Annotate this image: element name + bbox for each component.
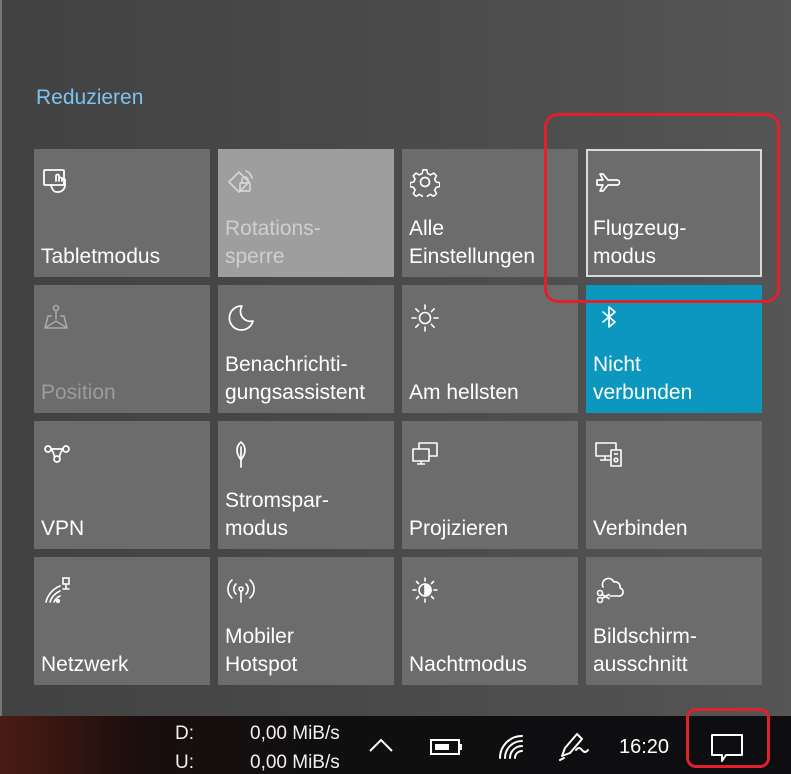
tile-battery-saver[interactable]: Stromspar- modus [218,421,394,549]
tile-night-light[interactable]: Nachtmodus [402,557,578,685]
tablet-mode-icon [42,167,72,197]
battery-icon[interactable] [430,738,464,756]
taskbar: D: 0,00 MiB/s U: 0,00 MiB/s 16:20 [0,716,791,774]
settings-gear-icon [410,167,440,197]
tile-label: Position [41,381,116,404]
download-label: D: [175,723,194,744]
pen-workspace-icon[interactable] [556,730,590,762]
moon-icon [226,303,256,333]
tile-label: Rotations- sperre [225,217,321,268]
screen-snip-icon [594,575,624,605]
tile-all-settings[interactable]: Alle Einstellungen [402,149,578,277]
tile-label: Netzwerk [41,653,129,676]
tile-brightness[interactable]: Am hellsten [402,285,578,413]
tile-label: Mobiler Hotspot [225,625,298,676]
bluetooth-icon [594,303,624,333]
clock-time[interactable]: 16:20 [619,736,669,759]
tile-airplane-mode[interactable]: Flugzeug- modus [586,149,762,277]
tile-tablet-mode[interactable]: Tabletmodus [34,149,210,277]
tile-rotation-lock[interactable]: Rotations- sperre [218,149,394,277]
tile-label: Bildschirm- ausschnitt [593,625,697,676]
tile-label: Projizieren [409,517,509,540]
panel-border [0,0,2,716]
tile-label: Stromspar- modus [225,489,329,540]
connect-devices-icon [594,439,624,469]
network-icon [42,575,72,605]
tile-mobile-hotspot[interactable]: Mobiler Hotspot [218,557,394,685]
tile-label: Nachtmodus [409,653,527,676]
battery-saver-leaf-icon [226,439,256,469]
tile-label: VPN [41,517,85,540]
upload-rate: 0,00 MiB/s [250,752,340,773]
download-rate: 0,00 MiB/s [250,723,340,744]
location-icon [42,303,72,333]
mobile-hotspot-icon [226,575,256,605]
tile-focus-assist[interactable]: Benachrichti- gungsassistent [218,285,394,413]
project-screen-icon [410,439,440,469]
tile-label: Verbinden [593,517,688,540]
tile-connect[interactable]: Verbinden [586,421,762,549]
tile-label: Flugzeug- modus [593,217,687,268]
vpn-icon [42,439,72,469]
collapse-link[interactable]: Reduzieren [36,86,143,110]
tile-label: Tabletmodus [41,245,161,268]
airplane-icon [594,167,624,197]
tile-vpn[interactable]: VPN [34,421,210,549]
upload-label: U: [175,752,194,773]
tile-project[interactable]: Projizieren [402,421,578,549]
action-center-panel: Reduzieren Tabletmodus Rotations- sperre [0,0,791,716]
tile-label: Alle Einstellungen [409,217,536,268]
tile-location[interactable]: Position [34,285,210,413]
brightness-icon [410,303,440,333]
tile-label: Am hellsten [409,381,519,404]
tile-network[interactable]: Netzwerk [34,557,210,685]
rotation-lock-icon [226,167,256,197]
night-light-icon [410,575,440,605]
tile-label: Benachrichti- gungsassistent [225,353,366,404]
show-hidden-icons-chevron-icon[interactable] [368,737,394,753]
tile-label: Nicht verbunden [593,353,693,404]
tile-bluetooth[interactable]: Nicht verbunden [586,285,762,413]
wifi-icon[interactable] [497,733,525,761]
tile-screen-snip[interactable]: Bildschirm- ausschnitt [586,557,762,685]
notifications-icon[interactable] [710,733,744,763]
